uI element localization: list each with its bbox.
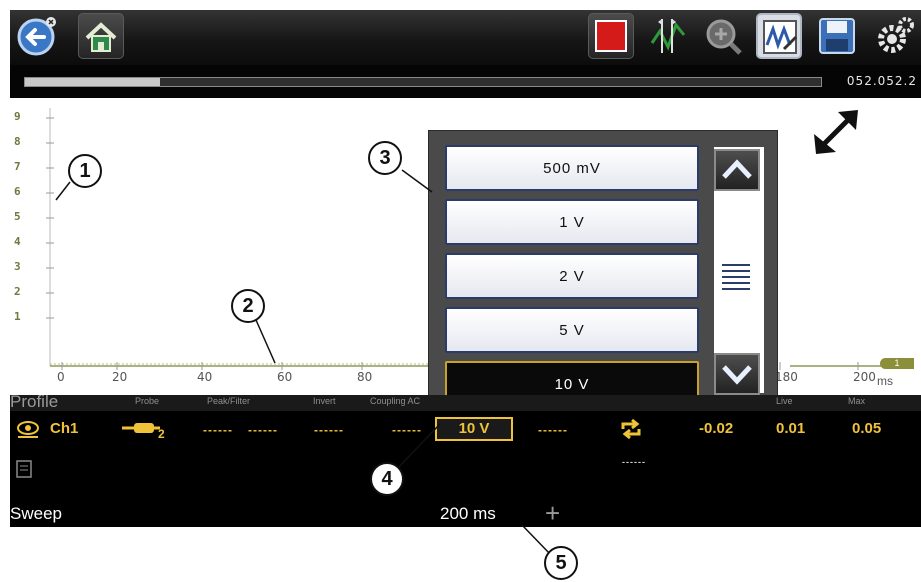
scroll-down-button[interactable] [714,353,760,395]
x-tick-label: 40 [197,370,213,384]
zoom-button[interactable] [700,13,746,59]
peak-value[interactable]: ------ [203,423,233,437]
max-value: 0.05 [852,420,882,437]
scroll-up-button[interactable] [714,149,760,191]
x-tick-label: 200 [853,370,876,384]
callout-5: 5 [544,546,578,580]
record-buffer-bar: 052.052.2 [10,65,921,98]
save-button[interactable] [814,13,860,59]
refresh-icon[interactable] [618,417,644,446]
channel-visible-icon[interactable] [16,419,40,444]
column-probe: Probe [135,396,160,406]
column-invert: Invert [313,396,336,406]
column-coupling: Coupling AC [370,396,421,406]
home-button[interactable] [78,13,124,59]
sweep-label: Sweep [10,504,62,523]
callout-2: 2 [231,289,265,323]
y-tick-label: 1 [14,310,21,323]
settings-button[interactable] [872,13,918,59]
auto-value: ------ [622,457,646,467]
trigger-value[interactable]: ------ [538,423,568,437]
back-button[interactable] [14,13,60,59]
expand-icon[interactable] [810,106,866,167]
x-tick-label: 0 [57,370,65,384]
probe-icon[interactable]: 2 [120,417,166,444]
chevron-up-icon [722,159,752,179]
scale-option[interactable]: 5 V [445,307,699,353]
channel-panel: Ch1 2 ------ ------ ------ ------ 10 V -… [10,411,921,529]
scale-option[interactable]: 1 V [445,199,699,245]
stop-icon [595,20,627,52]
y-tick-label: 5 [14,210,21,223]
min-value: -0.02 [699,420,734,437]
invert-value[interactable]: ------ [314,423,344,437]
save-icon [819,18,855,54]
buffer-slider[interactable] [24,77,822,87]
profile-title: Profile [10,392,59,411]
settings-icon [878,17,914,53]
live-value: 0.01 [776,420,806,437]
top-toolbar [10,10,921,65]
zoom-icon [706,19,742,55]
y-tick-label: 4 [14,235,21,248]
profile-header: Profile Probe Peak/Filter Invert Couplin… [10,392,921,411]
sweep-value[interactable]: 200 ms [440,504,496,524]
scale-scrollbar[interactable] [714,147,764,395]
scale-option[interactable]: 2 V [445,253,699,299]
callout-4: 4 [370,462,404,496]
coupling-value[interactable]: ------ [392,423,422,437]
y-tick-label: 9 [14,110,21,123]
chevron-down-icon [722,365,752,385]
channel-name[interactable]: Ch1 [50,420,78,437]
cursors-icon [650,19,686,53]
column-max: Max [848,396,866,406]
y-tick-label: 2 [14,285,21,298]
scale-menu: 500 mV 1 V2 V5 V 10 V [428,130,778,410]
scope-icon [763,20,798,54]
buffer-timestamp: 052.052.2 [846,74,917,88]
svg-text:2: 2 [158,427,165,439]
sweep-plus-button[interactable]: + [545,498,560,529]
callout-3: 3 [368,141,402,175]
y-tick-label: 6 [14,185,21,198]
scale-selector[interactable]: 10 V [435,417,513,441]
scroll-grip-icon[interactable] [720,259,754,298]
x-tick-label: 180 [775,370,798,384]
scope-button[interactable] [756,13,802,59]
callout-1: 1 [68,154,102,188]
home-icon [85,22,117,52]
filter-value[interactable]: ------ [248,423,278,437]
scale-option[interactable]: 500 mV [445,145,699,191]
y-tick-label: 7 [14,160,21,173]
x-tick-label: 80 [357,370,373,384]
x-tick-label: 20 [112,370,128,384]
buffer-fill [25,78,161,86]
y-tick-label: 3 [14,260,21,273]
trigger-marker[interactable]: 1 [880,358,914,369]
stop-button[interactable] [588,13,634,59]
channel-menu-icon[interactable] [15,459,35,486]
back-icon [17,17,56,56]
x-tick-label: 60 [277,370,293,384]
column-live: Live [776,396,793,406]
cursors-button[interactable] [644,13,690,59]
column-peak-filter: Peak/Filter [207,396,251,406]
y-tick-label: 8 [14,135,21,148]
x-axis-unit: ms [877,374,893,388]
